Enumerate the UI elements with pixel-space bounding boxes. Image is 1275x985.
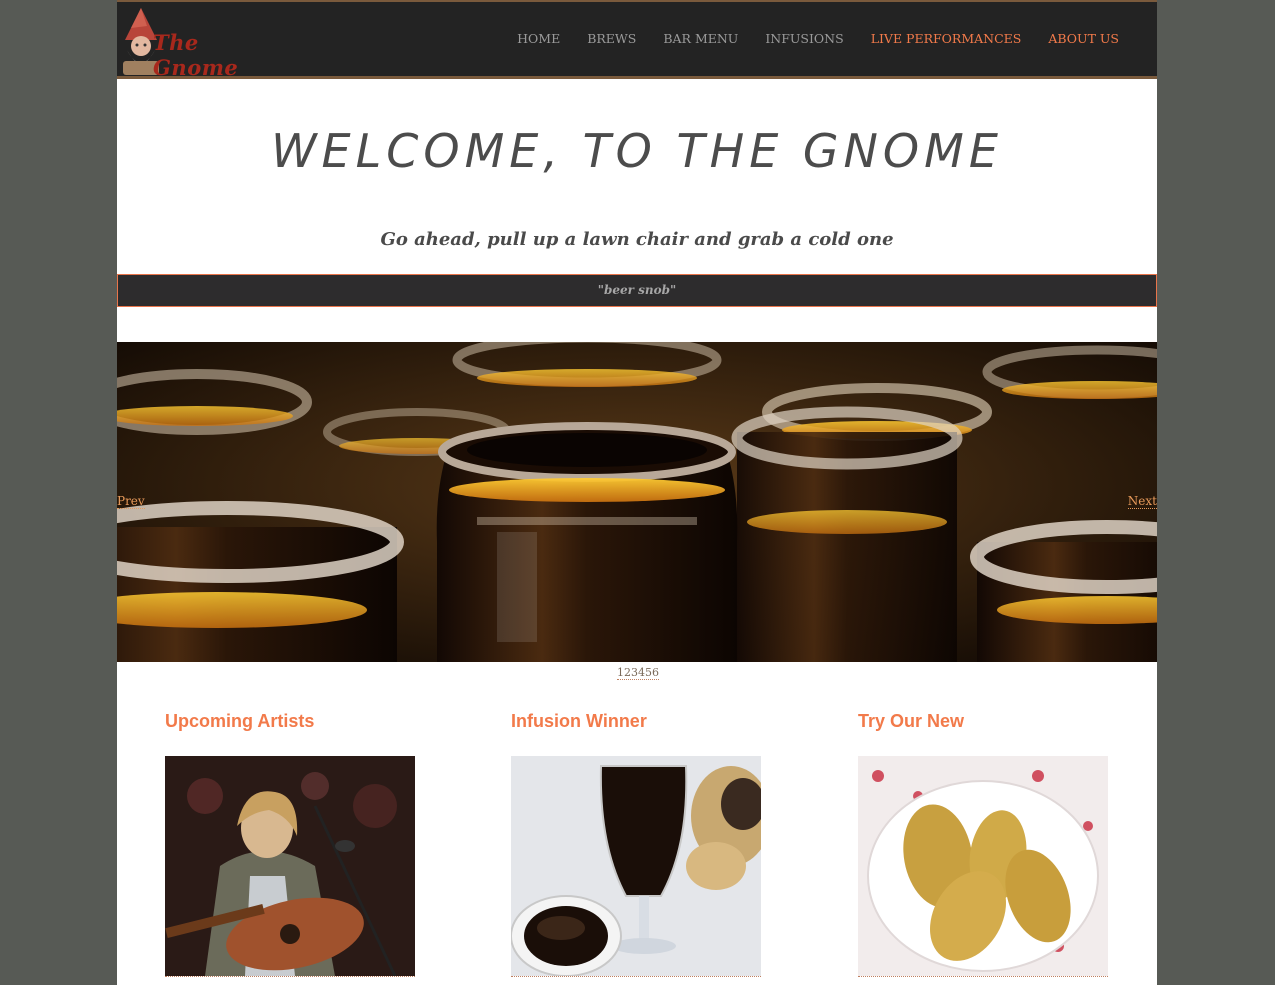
main-nav: HOME BREWS BAR MENU INFUSIONS LIVE PERFO…	[490, 31, 1119, 46]
quote-bar: "beer snob"	[117, 274, 1157, 307]
slider-prev-link[interactable]: Prev	[117, 494, 145, 509]
nav-item-bar-menu[interactable]: BAR MENU	[663, 31, 738, 46]
site-header: The Gnome HOME BREWS BAR MENU INFUSIONS …	[117, 0, 1157, 80]
nav-item-about-us[interactable]: ABOUT US	[1048, 31, 1119, 46]
new-item-photo[interactable]	[858, 756, 1108, 977]
site-logo[interactable]: The Gnome	[117, 6, 277, 80]
nav-item-infusions[interactable]: INFUSIONS	[765, 31, 843, 46]
column-infusion-winner: Infusion Winner	[511, 711, 761, 977]
slider-pager[interactable]: 123456	[617, 666, 659, 680]
page-title: WELCOME, TO THE GNOME	[271, 124, 1003, 178]
nav-item-brews[interactable]: BREWS	[587, 31, 636, 46]
infusion-photo[interactable]	[511, 756, 761, 977]
slider-next-link[interactable]: Next	[1127, 494, 1157, 509]
artist-photo[interactable]	[165, 756, 415, 977]
column-try-our-new: Try Our New	[858, 711, 1108, 977]
column-title: Infusion Winner	[511, 711, 647, 731]
nav-item-home[interactable]: HOME	[517, 31, 560, 46]
guitarist-image	[165, 756, 415, 976]
dark-beer-image	[511, 756, 761, 976]
madeleines-image	[858, 756, 1108, 976]
column-upcoming-artists: Upcoming Artists	[165, 711, 415, 977]
tagline: Go ahead, pull up a lawn chair and grab …	[380, 229, 894, 250]
image-slider: Prev Next	[117, 342, 1157, 662]
logo-text: The Gnome	[153, 30, 239, 80]
page-container: The Gnome HOME BREWS BAR MENU INFUSIONS …	[117, 0, 1157, 985]
column-title: Try Our New	[858, 711, 965, 731]
beer-bottles-image	[117, 342, 1157, 662]
nav-item-live-performances[interactable]: LIVE PERFORMANCES	[871, 31, 1022, 46]
column-title: Upcoming Artists	[165, 711, 315, 731]
